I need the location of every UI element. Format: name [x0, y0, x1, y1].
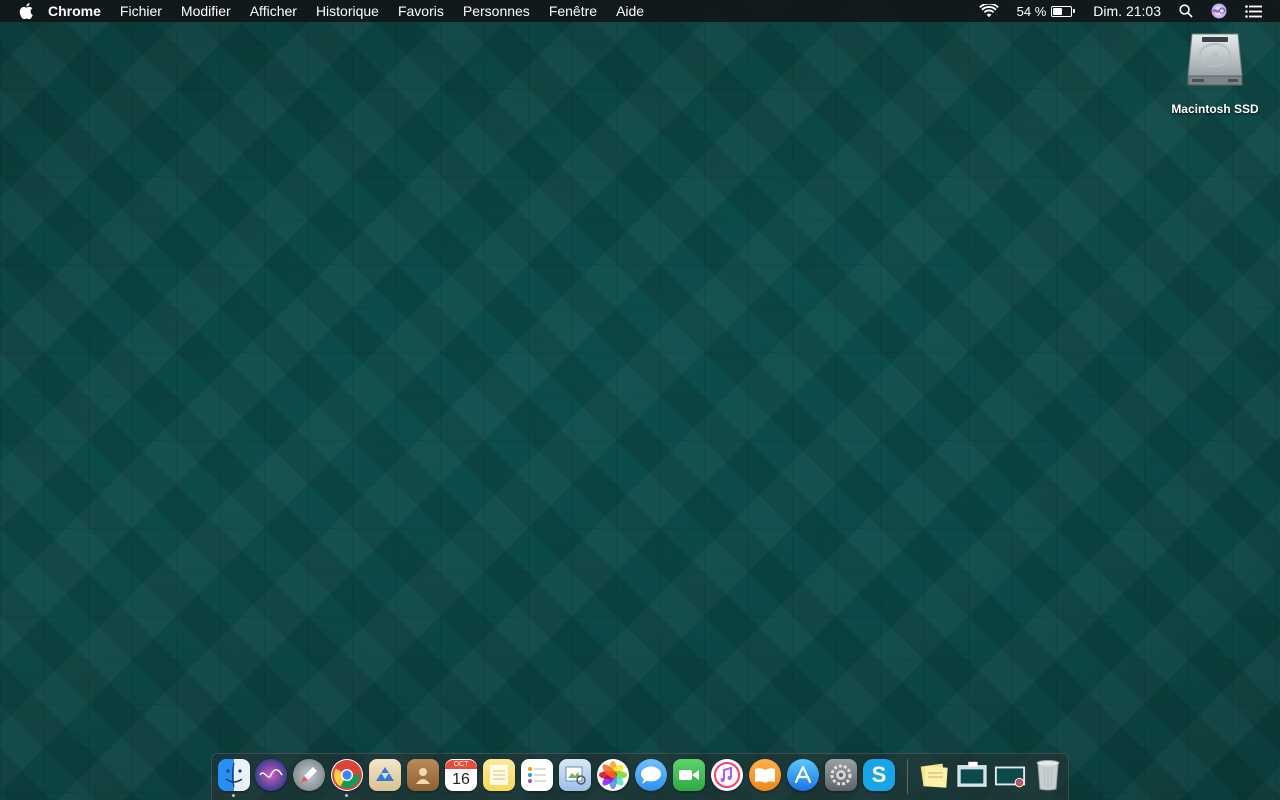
- battery-indicator[interactable]: 54 %: [1017, 4, 1076, 19]
- menu-app-name[interactable]: Chrome: [48, 0, 101, 22]
- downloads-folder-icon[interactable]: [994, 759, 1026, 791]
- drive-label: Macintosh SSD: [1171, 102, 1259, 116]
- dock: OCT 16 S: [211, 753, 1069, 800]
- wifi-icon[interactable]: [978, 4, 999, 18]
- chrome-running-indicator: [345, 794, 348, 797]
- menu-modifier[interactable]: Modifier: [181, 0, 231, 22]
- messages-icon[interactable]: [635, 759, 667, 791]
- clock[interactable]: Dim. 21:03: [1093, 3, 1161, 19]
- menu-aide[interactable]: Aide: [616, 0, 644, 22]
- battery-icon: [1051, 5, 1073, 17]
- menu-favoris[interactable]: Favoris: [398, 0, 444, 22]
- preview-icon[interactable]: [559, 759, 591, 791]
- notes-icon[interactable]: [483, 759, 515, 791]
- menu-fenetre[interactable]: Fenêtre: [549, 0, 597, 22]
- finder-running-indicator: [232, 794, 235, 797]
- desktop-wallpaper: [0, 0, 1280, 800]
- chrome-icon[interactable]: [331, 759, 363, 791]
- spotlight-search-icon[interactable]: [1179, 4, 1193, 18]
- siri-icon[interactable]: [1211, 3, 1227, 19]
- dock-separator: [907, 759, 908, 794]
- finder-icon[interactable]: [218, 759, 250, 791]
- wallpaper-grid: [0, 0, 1280, 800]
- trash-icon[interactable]: [1032, 759, 1064, 791]
- system-preferences-icon[interactable]: [825, 759, 857, 791]
- mail-icon[interactable]: [369, 759, 401, 791]
- calendar-icon[interactable]: OCT 16: [445, 759, 477, 791]
- desktop-drive-item[interactable]: Macintosh SSD: [1160, 30, 1270, 116]
- ibooks-icon[interactable]: [749, 759, 781, 791]
- menu-bar-status-area: 54 % Dim. 21:03: [978, 0, 1280, 22]
- photos-icon[interactable]: [597, 759, 629, 791]
- documents-folder-icon[interactable]: [956, 759, 988, 791]
- calendar-day: 16: [452, 770, 470, 788]
- menu-bar: Chrome Fichier Modifier Afficher Histori…: [0, 0, 1280, 22]
- contacts-icon[interactable]: [407, 759, 439, 791]
- menu-historique[interactable]: Historique: [316, 0, 379, 22]
- menu-afficher[interactable]: Afficher: [250, 0, 297, 22]
- skype-icon[interactable]: S: [863, 759, 895, 791]
- battery-percent: 54 %: [1016, 3, 1047, 19]
- app-store-icon[interactable]: [787, 759, 819, 791]
- launchpad-icon[interactable]: [293, 759, 325, 791]
- siri-app-icon[interactable]: [255, 759, 287, 791]
- reminders-icon[interactable]: [521, 759, 553, 791]
- hard-drive-icon: [1186, 30, 1244, 88]
- facetime-icon[interactable]: [673, 759, 705, 791]
- itunes-icon[interactable]: [711, 759, 743, 791]
- notification-center-icon[interactable]: [1245, 4, 1262, 18]
- menu-fichier[interactable]: Fichier: [120, 0, 162, 22]
- stickies-icon[interactable]: [918, 759, 950, 791]
- calendar-month: OCT: [445, 759, 477, 769]
- apple-menu-icon[interactable]: [16, 0, 36, 22]
- menu-personnes[interactable]: Personnes: [463, 0, 530, 22]
